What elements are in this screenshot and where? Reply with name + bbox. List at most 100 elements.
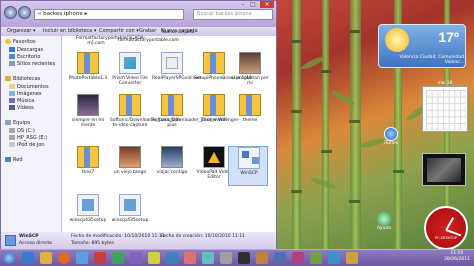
search-input[interactable]: Buscar backes iphone — [193, 9, 273, 20]
sidebar-item-documents[interactable]: Documentos — [9, 84, 49, 91]
sidebar-item-recent[interactable]: Sitios recientes — [9, 61, 55, 68]
zip-file-icon — [161, 94, 183, 116]
library-icon — [5, 76, 11, 81]
start-button[interactable] — [3, 252, 15, 264]
file-item[interactable]: Softonic/Downloader_para_pdf-to-ideo-cap… — [110, 94, 180, 134]
maximize-button[interactable]: □ — [249, 1, 257, 8]
details-pane: WinSCP Acceso directo Fecha de modificac… — [1, 232, 276, 249]
file-item[interactable]: siempre en mi mente — [68, 94, 108, 134]
file-item[interactable]: un viejo tango — [110, 146, 150, 186]
app-taskbar-icon[interactable] — [328, 252, 340, 264]
calendar-date: mar 28 — [437, 80, 453, 85]
title-bar: ‹ › « backes iphone ▸ Buscar backes ipho… — [1, 1, 276, 27]
app-taskbar-icon[interactable] — [220, 252, 232, 264]
winscp-icon — [238, 147, 260, 169]
app-taskbar-icon[interactable] — [346, 252, 358, 264]
details-name: WinSCP — [19, 234, 39, 239]
address-bar[interactable]: « backes iphone ▸ — [34, 9, 184, 20]
sidebar-item-drive-c[interactable]: OS (C:) — [9, 128, 35, 135]
file-item[interactable]: Theme Wifi — [194, 94, 234, 134]
sidebar-item-network[interactable]: Red — [5, 157, 23, 164]
sidebar-item-desktop[interactable]: Escritorio — [9, 54, 40, 61]
zip-file-icon — [119, 94, 141, 116]
pictures-icon — [9, 91, 15, 96]
help-icon — [377, 212, 391, 226]
star-icon — [5, 39, 11, 44]
command-bar: Organizar ▾ Incluir en biblioteca ▾ Comp… — [1, 27, 276, 36]
file-item[interactable]: winscp435setup — [68, 194, 108, 234]
file-list[interactable]: Formatfactoryportable[SCADA-m].com forma… — [62, 30, 276, 234]
clock-gadget[interactable]: PC-DESKTOP — [424, 206, 468, 250]
file-item[interactable]: thes7 — [68, 146, 108, 186]
file-item[interactable]: si preguntan por mi — [230, 52, 270, 92]
app-taskbar-icon[interactable] — [256, 252, 268, 264]
sidebar-item-libraries[interactable]: Bibliotecas — [5, 76, 40, 83]
sidebar-item-computer[interactable]: Equipo — [5, 120, 30, 127]
download-icon — [9, 47, 15, 52]
drive-icon — [9, 128, 15, 133]
photo-thumbnail — [77, 94, 99, 116]
explorer-window[interactable]: ‹ › « backes iphone ▸ Buscar backes ipho… — [0, 0, 277, 249]
itunes-desktop-icon[interactable]: iTunes — [380, 127, 402, 146]
app-taskbar-icon[interactable] — [310, 252, 322, 264]
sidebar-item-music[interactable]: Música — [9, 98, 34, 105]
navigation-pane: Favoritos Descargas Escritorio Sitios re… — [1, 36, 62, 232]
organize-menu[interactable]: Organizar ▾ — [7, 27, 36, 36]
media-taskbar-icon[interactable] — [94, 252, 106, 264]
firefox-taskbar-icon[interactable] — [58, 252, 70, 264]
app-taskbar-icon[interactable] — [202, 252, 214, 264]
app-taskbar-icon[interactable] — [274, 252, 286, 264]
app-taskbar-icon[interactable] — [292, 252, 304, 264]
photo-thumbnail — [239, 52, 261, 74]
explorer-taskbar-icon[interactable] — [40, 252, 52, 264]
installer-icon — [161, 52, 183, 74]
minimize-button[interactable]: – — [239, 1, 247, 8]
file-label[interactable]: Nueva carpeta — [158, 30, 198, 35]
app-taskbar-icon[interactable] — [130, 252, 142, 264]
slideshow-gadget[interactable] — [422, 153, 466, 186]
app-taskbar-icon[interactable] — [148, 252, 160, 264]
sidebar-item-favorites[interactable]: Favoritos — [5, 39, 36, 46]
burn-button[interactable]: Grabar — [139, 27, 156, 36]
file-item[interactable]: Prism Video File Converter — [110, 52, 150, 92]
include-library-menu[interactable]: Incluir en biblioteca ▾ — [43, 27, 96, 36]
taskbar: 11:05 28/06/2011 — [0, 249, 474, 266]
file-item-selected[interactable]: WinSCP — [228, 146, 268, 186]
sidebar-item-videos[interactable]: Vídeos — [9, 105, 34, 112]
file-item[interactable]: theme — [230, 94, 270, 134]
calendar-gadget[interactable]: mar 28 — [422, 80, 468, 132]
sidebar-item-ipod[interactable]: iPod de Jon — [9, 142, 45, 149]
file-item[interactable]: Softonic/Downloader_para_messenger-plus — [152, 94, 240, 134]
forward-button[interactable]: › — [18, 6, 31, 19]
sidebar-item-downloads[interactable]: Descargas — [9, 47, 43, 54]
ie-taskbar-icon[interactable] — [22, 252, 34, 264]
file-item[interactable]: viajar contigo — [152, 146, 192, 186]
computer-icon — [5, 120, 11, 125]
sidebar-item-drive-e[interactable]: HP_RSG (E:) — [9, 135, 47, 142]
slideshow-image — [427, 158, 461, 182]
file-item[interactable]: SetupiPhoneBrowser.1.40 — [194, 52, 252, 92]
close-button[interactable]: × — [260, 1, 274, 8]
share-menu[interactable]: Compartir con ▾ — [99, 27, 139, 36]
app-taskbar-icon[interactable] — [184, 252, 196, 264]
tray-date: 28/06/2011 — [444, 257, 470, 262]
details-type: Acceso directo — [19, 241, 52, 246]
system-tray-clock[interactable]: 11:05 28/06/2011 — [444, 251, 470, 263]
drive-icon — [9, 135, 15, 140]
weather-gadget[interactable]: 17º Valencia Ciudad, Comunidad Valenc... — [378, 24, 466, 68]
file-item[interactable]: PhotoPortable1.3 — [68, 52, 108, 92]
app-taskbar-icon[interactable] — [112, 252, 124, 264]
weather-city: Valencia Ciudad, Comunidad Valenc... — [399, 55, 464, 65]
help-desktop-icon[interactable]: Ayuda — [373, 212, 395, 231]
file-label[interactable]: formatfactoryportable.com — [118, 38, 179, 43]
sidebar-item-pictures[interactable]: Imágenes — [9, 91, 42, 98]
app-taskbar-icon[interactable] — [166, 252, 178, 264]
file-label[interactable]: Formatfactoryportable[SCADA-m].com — [76, 36, 145, 46]
app-taskbar-icon[interactable] — [238, 252, 250, 264]
sun-icon — [385, 28, 409, 52]
itunes-taskbar-icon[interactable] — [76, 252, 88, 264]
back-button[interactable]: ‹ — [4, 6, 17, 19]
file-item[interactable]: winscp435setup — [110, 194, 150, 234]
file-item[interactable]: RealPlayerSPGold.exe — [152, 52, 201, 92]
clock-minute-hand — [445, 229, 462, 236]
